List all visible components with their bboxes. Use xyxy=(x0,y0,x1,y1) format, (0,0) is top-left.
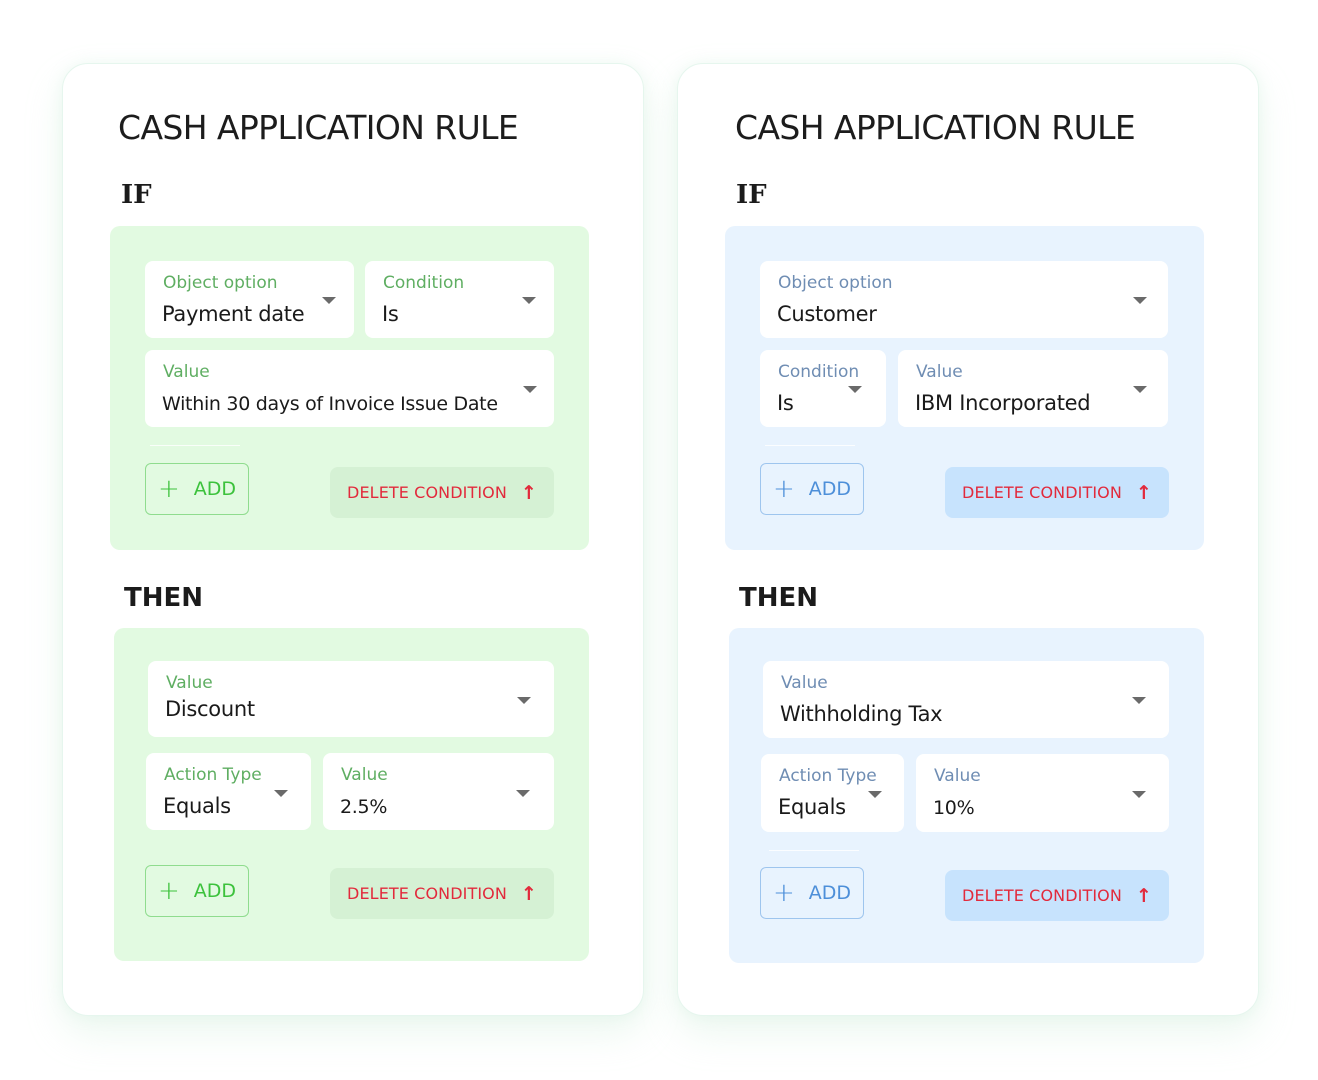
caret-down-icon[interactable] xyxy=(1133,386,1147,393)
add-label: ADD xyxy=(193,478,237,500)
field-value: 2.5% xyxy=(340,796,388,818)
then-label: THEN xyxy=(739,583,819,613)
value-select[interactable]: Value Within 30 days of Invoice Issue Da… xyxy=(145,350,554,427)
field-label: Action Type xyxy=(164,765,262,785)
delete-action-button[interactable]: DELETE CONDITION ↑ xyxy=(330,868,554,919)
then-label: THEN xyxy=(124,583,204,613)
field-label: Action Type xyxy=(779,766,877,786)
field-label: Value xyxy=(163,362,210,382)
condition-select[interactable]: Condition Is xyxy=(760,350,886,427)
rule-title: CASH APPLICATION RULE xyxy=(118,108,519,147)
action-type-select[interactable]: Action Type Equals xyxy=(146,753,311,830)
action-type-select[interactable]: Action Type Equals xyxy=(761,754,904,832)
if-conditions-panel: Object option Payment date Condition Is … xyxy=(110,226,589,550)
add-action-button[interactable]: + ADD xyxy=(760,867,864,919)
field-label: Value xyxy=(341,765,388,785)
arrow-up-icon: ↑ xyxy=(1135,481,1152,504)
caret-down-icon[interactable] xyxy=(274,790,288,797)
divider xyxy=(150,445,240,446)
action-value-select[interactable]: Value Withholding Tax xyxy=(763,661,1169,738)
add-label: ADD xyxy=(808,478,852,500)
field-value: Equals xyxy=(778,795,846,819)
rule-card-customer: CASH APPLICATION RULE IF Object option C… xyxy=(677,63,1259,1016)
field-value: Discount xyxy=(165,697,255,721)
action-amount-select[interactable]: Value 10% xyxy=(916,754,1169,832)
caret-down-icon[interactable] xyxy=(1133,297,1147,304)
caret-down-icon[interactable] xyxy=(848,386,862,393)
field-value: Withholding Tax xyxy=(780,702,943,726)
value-select[interactable]: Value IBM Incorporated xyxy=(898,350,1168,427)
field-label: Value xyxy=(934,766,981,786)
field-value: Equals xyxy=(163,794,231,818)
caret-down-icon[interactable] xyxy=(516,790,530,797)
field-label: Condition xyxy=(778,362,860,382)
add-condition-button[interactable]: + ADD xyxy=(760,463,864,515)
field-value: Within 30 days of Invoice Issue Date xyxy=(162,393,498,415)
object-option-select[interactable]: Object option Payment date xyxy=(145,261,354,338)
condition-select[interactable]: Condition Is xyxy=(365,261,554,338)
then-actions-panel: Value Discount Action Type Equals Value … xyxy=(114,628,589,961)
field-label: Value xyxy=(166,673,213,693)
if-conditions-panel: Object option Customer Condition Is Valu… xyxy=(725,226,1204,550)
field-value: Payment date xyxy=(162,302,305,326)
add-label: ADD xyxy=(808,882,852,904)
plus-icon: + xyxy=(772,878,795,908)
arrow-up-icon: ↑ xyxy=(1135,884,1152,907)
field-value: 10% xyxy=(933,797,975,819)
caret-down-icon[interactable] xyxy=(1132,791,1146,798)
caret-down-icon[interactable] xyxy=(1132,697,1146,704)
field-label: Object option xyxy=(778,273,893,293)
delete-condition-button[interactable]: DELETE CONDITION ↑ xyxy=(945,467,1169,518)
plus-icon: + xyxy=(157,474,180,504)
delete-label: DELETE CONDITION xyxy=(347,884,507,903)
arrow-up-icon: ↑ xyxy=(520,882,537,905)
field-label: Value xyxy=(916,362,963,382)
arrow-up-icon: ↑ xyxy=(520,481,537,504)
field-label: Object option xyxy=(163,273,278,293)
if-label: IF xyxy=(736,180,767,210)
caret-down-icon[interactable] xyxy=(868,791,882,798)
field-value: IBM Incorporated xyxy=(915,391,1091,415)
caret-down-icon[interactable] xyxy=(522,297,536,304)
action-value-select[interactable]: Value Discount xyxy=(148,661,554,737)
then-actions-panel: Value Withholding Tax Action Type Equals… xyxy=(729,628,1204,963)
field-value: Customer xyxy=(777,302,877,326)
caret-down-icon[interactable] xyxy=(523,386,537,393)
field-value: Is xyxy=(777,391,794,415)
caret-down-icon[interactable] xyxy=(517,697,531,704)
rule-card-payment-date: CASH APPLICATION RULE IF Object option P… xyxy=(62,63,644,1016)
add-condition-button[interactable]: + ADD xyxy=(145,463,249,515)
delete-label: DELETE CONDITION xyxy=(962,483,1122,502)
field-value: Is xyxy=(382,302,399,326)
rule-title: CASH APPLICATION RULE xyxy=(735,108,1136,147)
plus-icon: + xyxy=(772,474,795,504)
add-action-button[interactable]: + ADD xyxy=(145,865,249,917)
add-label: ADD xyxy=(193,880,237,902)
delete-action-button[interactable]: DELETE CONDITION ↑ xyxy=(945,870,1169,921)
delete-label: DELETE CONDITION xyxy=(962,886,1122,905)
delete-condition-button[interactable]: DELETE CONDITION ↑ xyxy=(330,467,554,518)
object-option-select[interactable]: Object option Customer xyxy=(760,261,1168,338)
caret-down-icon[interactable] xyxy=(322,297,336,304)
action-amount-select[interactable]: Value 2.5% xyxy=(323,753,554,830)
if-label: IF xyxy=(121,180,152,210)
delete-label: DELETE CONDITION xyxy=(347,483,507,502)
divider xyxy=(769,850,859,851)
field-label: Value xyxy=(781,673,828,693)
plus-icon: + xyxy=(157,876,180,906)
field-label: Condition xyxy=(383,273,465,293)
divider xyxy=(765,445,855,446)
